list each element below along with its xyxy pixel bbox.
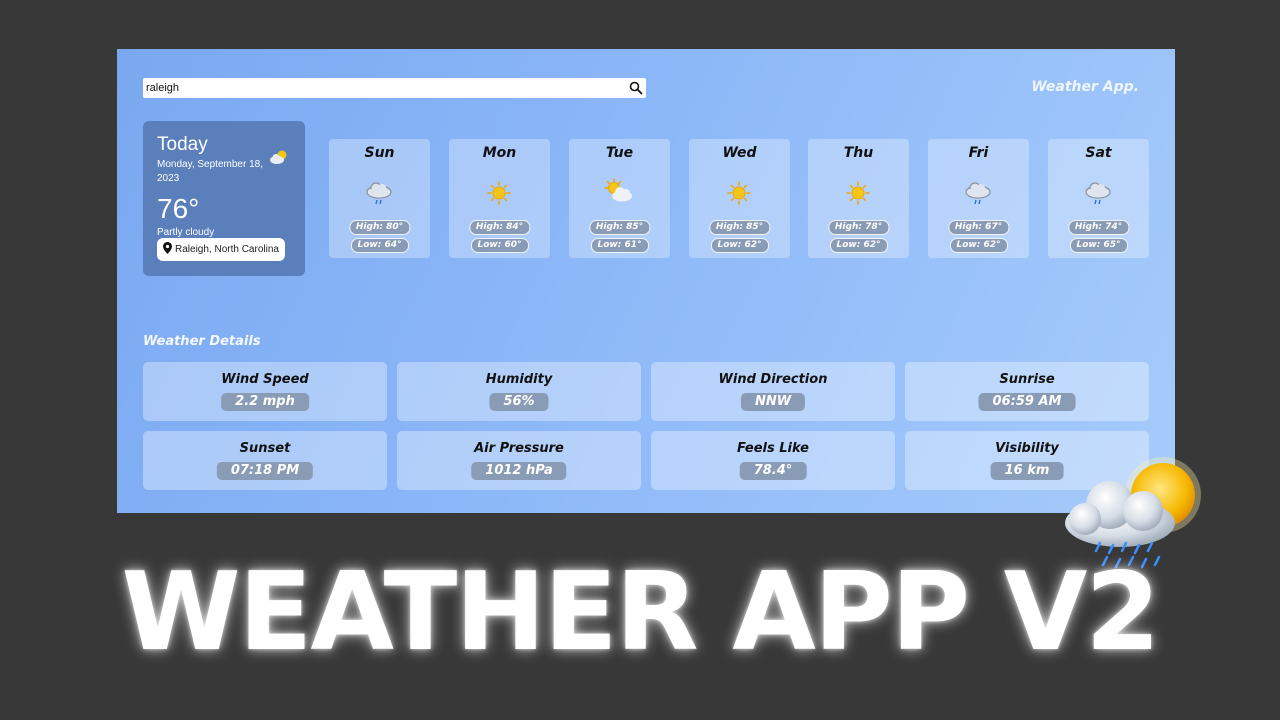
rain-icon	[1082, 177, 1114, 209]
detail-label: Feels Like	[737, 441, 809, 456]
forecast-day-name: Fri	[968, 145, 989, 161]
app-brand: Weather App.	[1031, 79, 1139, 95]
thumbnail-headline: WEATHER APP V2	[121, 550, 1161, 675]
forecast-day-name: Thu	[843, 145, 874, 161]
detail-label: Air Pressure	[474, 441, 564, 456]
forecast-low: Low: 64°	[350, 238, 409, 253]
forecast-day-card: Sun High: 80° Low: 64°	[329, 139, 430, 258]
forecast-day-name: Wed	[722, 145, 757, 161]
forecast-day-name: Mon	[482, 145, 517, 161]
forecast-low: Low: 62°	[949, 238, 1008, 253]
search-icon[interactable]	[628, 80, 644, 96]
detail-value: 16 km	[990, 462, 1064, 480]
location-label: Raleigh, North Carolina	[175, 244, 279, 255]
forecast-day-card: Thu High: 78° Low: 62°	[808, 139, 909, 258]
location-badge[interactable]: Raleigh, North Carolina	[157, 238, 285, 261]
thumbnail-stage: Weather App. Today Monday, September 18,…	[0, 0, 1280, 720]
forecast-day-card: Tue High: 85° Low: 61°	[569, 139, 670, 258]
rain-icon	[962, 177, 994, 209]
detail-card-wind-direction: Wind Direction NNW	[651, 362, 895, 421]
weather-details-heading: Weather Details	[143, 334, 261, 349]
forecast-high: High: 84°	[468, 220, 531, 235]
forecast-high: High: 85°	[708, 220, 771, 235]
sun-icon	[723, 177, 755, 209]
detail-label: Wind Speed	[221, 372, 309, 387]
detail-value: 2.2 mph	[221, 393, 309, 411]
detail-value: NNW	[740, 393, 806, 411]
today-date: Monday, September 18, 2023	[157, 159, 263, 184]
sun-icon	[483, 177, 515, 209]
detail-card-air-pressure: Air Pressure 1012 hPa	[397, 431, 641, 490]
today-card: Today Monday, September 18, 2023 76° Par…	[143, 121, 305, 276]
forecast-high: High: 74°	[1067, 220, 1130, 235]
detail-label: Humidity	[485, 372, 553, 387]
forecast-day-name: Sat	[1085, 145, 1112, 161]
rain-icon	[363, 177, 395, 209]
forecast-high: High: 85°	[588, 220, 651, 235]
detail-label: Sunrise	[999, 372, 1055, 387]
search-input[interactable]	[143, 78, 623, 98]
detail-label: Sunset	[239, 441, 291, 456]
detail-card-sunrise: Sunrise 06:59 AM	[905, 362, 1149, 421]
weather-app-window: Weather App. Today Monday, September 18,…	[117, 49, 1175, 513]
forecast-low: Low: 62°	[710, 238, 769, 253]
detail-value: 56%	[489, 393, 549, 411]
forecast-day-card: Sat High: 74° Low: 65°	[1048, 139, 1149, 258]
map-pin-icon	[163, 242, 172, 257]
detail-value: 07:18 PM	[216, 462, 314, 480]
forecast-day-card: Fri High: 67° Low: 62°	[928, 139, 1029, 258]
detail-card-wind-speed: Wind Speed 2.2 mph	[143, 362, 387, 421]
forecast-low: Low: 60°	[470, 238, 529, 253]
detail-card-humidity: Humidity 56%	[397, 362, 641, 421]
detail-card-feels-like: Feels Like 78.4°	[651, 431, 895, 490]
detail-value: 06:59 AM	[978, 393, 1076, 411]
forecast-day-name: Tue	[605, 145, 634, 161]
forecast-day-name: Sun	[364, 145, 395, 161]
forecast-low: Low: 65°	[1069, 238, 1128, 253]
forecast-high: High: 80°	[348, 220, 411, 235]
search-bar	[143, 78, 646, 98]
forecast-day-card: Wed High: 85° Low: 62°	[689, 139, 790, 258]
forecast-high: High: 67°	[947, 220, 1010, 235]
forecast-low: Low: 61°	[590, 238, 649, 253]
detail-value: 1012 hPa	[471, 462, 567, 480]
forecast-low: Low: 62°	[829, 238, 888, 253]
detail-value: 78.4°	[739, 462, 807, 480]
detail-card-sunset: Sunset 07:18 PM	[143, 431, 387, 490]
partly-cloudy-icon	[603, 177, 635, 209]
sun-icon	[842, 177, 874, 209]
partly-cloudy-icon	[268, 149, 290, 170]
detail-label: Wind Direction	[718, 372, 828, 387]
forecast-day-card: Mon High: 84° Low: 60°	[449, 139, 550, 258]
forecast-high: High: 78°	[827, 220, 890, 235]
today-temperature: 76°	[157, 193, 200, 224]
